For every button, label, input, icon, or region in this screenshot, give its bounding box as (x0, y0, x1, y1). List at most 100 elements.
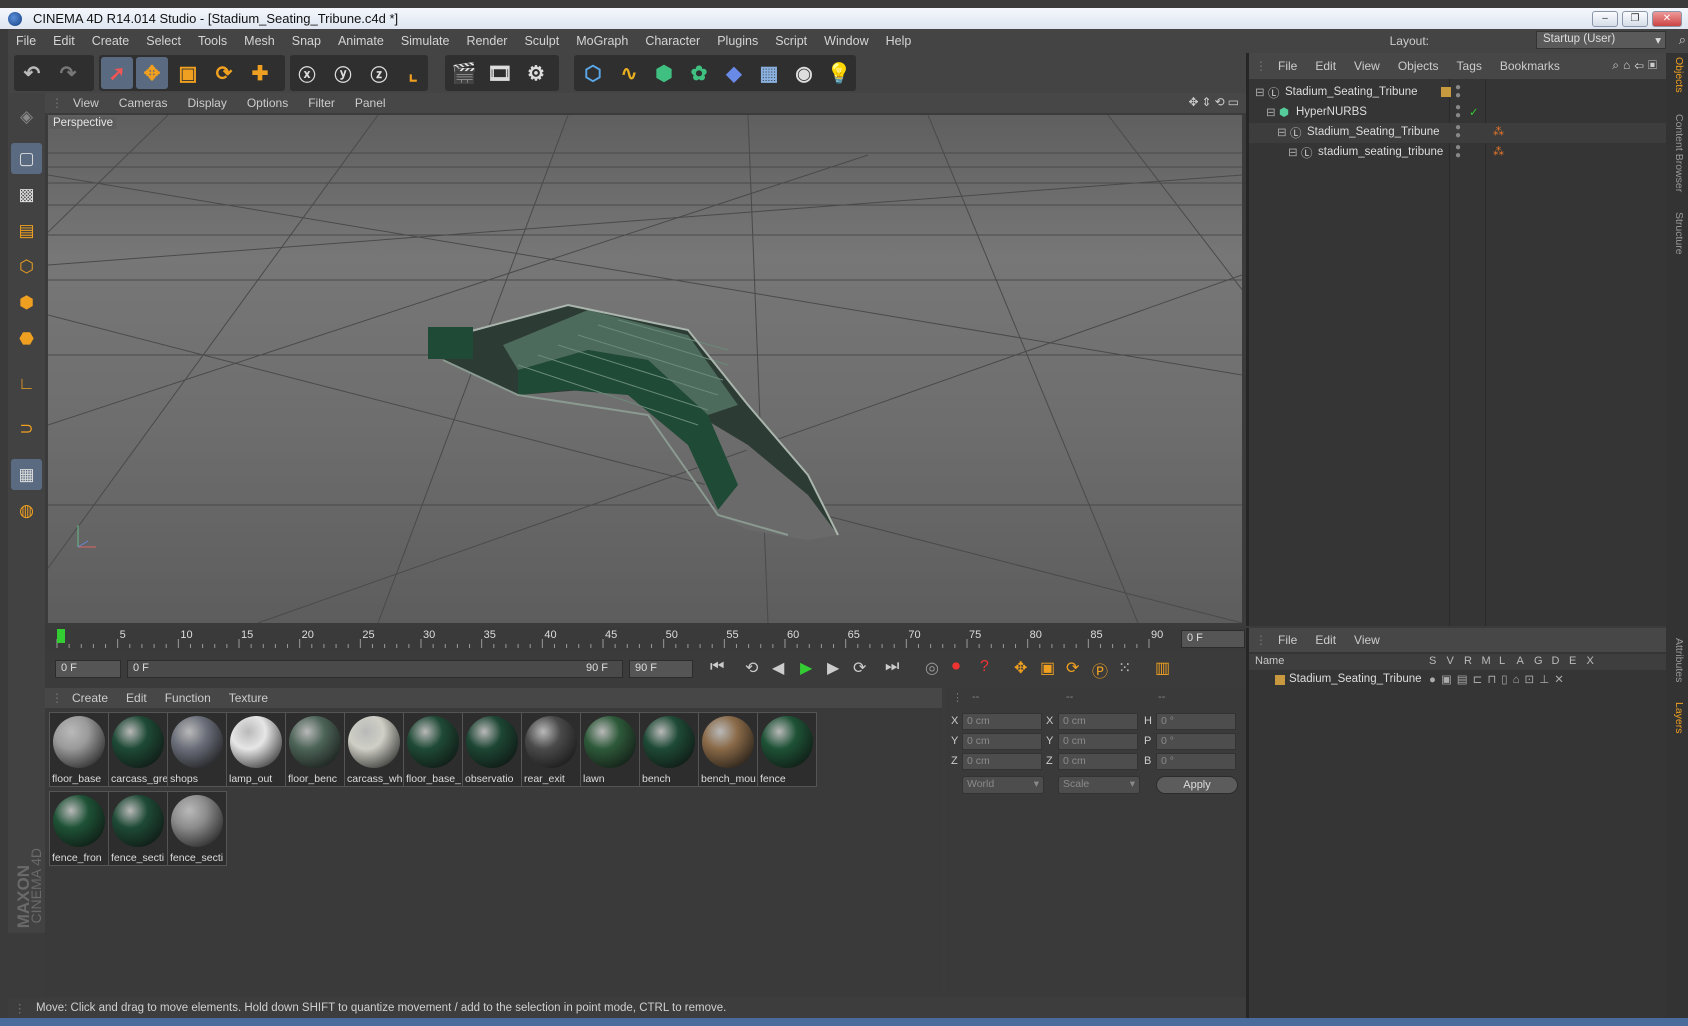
material-swatch[interactable]: carcass_gre (108, 712, 168, 787)
material-swatch[interactable]: shops (167, 712, 227, 787)
key-scale-icon[interactable]: ▣ (1040, 658, 1055, 678)
side-tab-structure[interactable]: Structure (1669, 208, 1685, 258)
next-frame-icon[interactable]: ▶ (827, 658, 839, 678)
material-swatch[interactable]: floor_base (49, 712, 109, 787)
autokeying-icon[interactable]: ⏺ (952, 658, 960, 676)
camera-icon[interactable]: ◉ (788, 57, 820, 89)
material-menu-texture[interactable]: Texture (220, 691, 277, 705)
menu-help[interactable]: Help (878, 34, 921, 48)
rotate-tool-icon[interactable]: ⟳ (208, 57, 240, 89)
scale-tool-icon[interactable]: ▣ (172, 57, 204, 89)
apply-button[interactable]: Apply (1156, 776, 1238, 794)
layer-flag-header[interactable]: X (1587, 655, 1594, 667)
menu-character[interactable]: Character (637, 34, 709, 48)
layer-color-swatch[interactable] (1275, 675, 1285, 685)
pos-y-field[interactable]: 0 cm (962, 733, 1042, 750)
side-tab-objects[interactable]: Objects (1669, 55, 1685, 95)
viewport-nav-icons[interactable]: ✥⇕⟲▭ (1188, 95, 1242, 109)
x-axis-lock-icon[interactable]: ⓧ (291, 57, 323, 89)
viewport-menu-view[interactable]: View (63, 96, 109, 110)
start-frame-field[interactable]: 0 F (55, 660, 121, 678)
side-tab-layers[interactable]: Layers (1669, 698, 1685, 738)
menu-select[interactable]: Select (138, 34, 190, 48)
material-swatch[interactable]: rear_exit (521, 712, 581, 787)
material-swatch[interactable]: fence_secti (167, 791, 227, 866)
menu-create[interactable]: Create (84, 34, 139, 48)
size-z-field[interactable]: 0 cm (1058, 753, 1138, 770)
layer-flag-header[interactable]: D (1552, 655, 1560, 667)
cube-primitive-icon[interactable]: ⬡ (577, 57, 609, 89)
texture-tag-icon[interactable]: ⁂ (1493, 145, 1504, 158)
viewport-menu-options[interactable]: Options (237, 96, 298, 110)
layer-flag-header[interactable]: S (1429, 655, 1436, 667)
key-rotation-icon[interactable]: ⟳ (1066, 658, 1079, 678)
restore-button[interactable]: ❐ (1622, 11, 1648, 27)
search-icon[interactable]: ⌕ (1679, 32, 1686, 48)
recent-tool-icon[interactable]: ✚ (244, 57, 276, 89)
texture-mode-icon[interactable]: ▩ (11, 179, 42, 210)
material-swatch[interactable]: fence (757, 712, 817, 787)
layer-flag-icons[interactable]: ●▣▤⊏⊓▯⌂⊡⊥✕ (1429, 672, 1569, 686)
make-editable-icon[interactable]: ◈ (11, 101, 42, 132)
object-menu-file[interactable]: File (1269, 59, 1306, 73)
minimize-button[interactable]: – (1592, 11, 1618, 27)
polygons-mode-icon[interactable]: ⬣ (11, 323, 42, 354)
redo-icon[interactable]: ↷ (52, 57, 84, 89)
material-swatch[interactable]: lawn (580, 712, 640, 787)
object-menu-tags[interactable]: Tags (1448, 59, 1491, 73)
close-button[interactable]: ✕ (1652, 11, 1682, 27)
timeline-end-field[interactable]: 0 F (1181, 630, 1245, 648)
object-menu-edit[interactable]: Edit (1306, 59, 1345, 73)
material-swatch[interactable]: bench_mou (698, 712, 758, 787)
pos-z-field[interactable]: 0 cm (962, 753, 1042, 770)
layer-flag-header[interactable]: E (1569, 655, 1576, 667)
snap-magnet-icon[interactable]: ⊃ (11, 413, 42, 444)
render-view-icon[interactable]: 🎬 (448, 57, 480, 89)
pos-x-field[interactable]: 0 cm (962, 713, 1042, 730)
layer-flag-header[interactable]: G (1534, 655, 1543, 667)
material-menu-edit[interactable]: Edit (117, 691, 156, 705)
side-tab-content-browser[interactable]: Content Browser (1669, 108, 1685, 198)
expand-toggle-icon[interactable]: ⊟ (1266, 105, 1276, 119)
render-settings-icon[interactable]: ⚙ (520, 57, 552, 89)
object-menu-bookmarks[interactable]: Bookmarks (1491, 59, 1569, 73)
coordinate-system-icon[interactable]: ⌞ (397, 57, 429, 89)
side-tab-attributes[interactable]: Attributes (1669, 633, 1685, 688)
layer-flag-header[interactable]: M (1482, 655, 1491, 667)
record-keys-icon[interactable]: ◎ (925, 658, 939, 678)
object-menu-objects[interactable]: Objects (1389, 59, 1448, 73)
next-keyframe-icon[interactable]: ⟳ (853, 658, 866, 678)
layer-row[interactable]: Stadium_Seating_Tribune ●▣▤⊏⊓▯⌂⊡⊥✕ (1249, 671, 1669, 689)
previous-keyframe-icon[interactable]: ⟲ (745, 658, 758, 678)
material-swatch[interactable]: observatio (462, 712, 522, 787)
mograph-cloner-icon[interactable]: ✿ (683, 57, 715, 89)
menu-plugins[interactable]: Plugins (709, 34, 767, 48)
menu-snap[interactable]: Snap (284, 34, 330, 48)
object-row[interactable]: ⊟ Ⓛstadium_seating_tribune ● ● ⁂ (1249, 143, 1669, 163)
layer-menu-edit[interactable]: Edit (1306, 633, 1345, 647)
end-frame-field[interactable]: 90 F (629, 660, 693, 678)
menu-render[interactable]: Render (458, 34, 516, 48)
3d-viewport[interactable]: Perspective (48, 115, 1242, 623)
move-tool-icon[interactable]: ✥ (136, 57, 168, 89)
undo-icon[interactable]: ↶ (16, 57, 48, 89)
coordinate-mode-select[interactable]: World ▾ (962, 776, 1044, 794)
material-swatch[interactable]: floor_base_ (403, 712, 463, 787)
key-parameter-icon[interactable]: Ⓟ (1092, 658, 1108, 682)
range-slider[interactable]: 0 F 90 F (127, 660, 623, 678)
object-row[interactable]: ⊟ Ⓛ Stadium_Seating_Tribune ● ● ⁂ (1249, 123, 1669, 143)
key-position-icon[interactable]: ✥ (1014, 658, 1027, 678)
expand-toggle-icon[interactable]: ⊟ (1288, 145, 1298, 159)
planar-workplane-icon[interactable]: ◍ (11, 495, 42, 526)
light-icon[interactable]: 💡 (823, 57, 855, 89)
deformer-icon[interactable]: ◆ (718, 57, 750, 89)
material-swatch[interactable]: fence_fron (49, 791, 109, 866)
size-x-field[interactable]: 0 cm (1058, 713, 1138, 730)
enabled-check-icon[interactable]: ✓ (1469, 105, 1479, 119)
material-swatch[interactable]: carcass_wh (344, 712, 404, 787)
spline-icon[interactable]: ∿ (613, 57, 645, 89)
viewport-menu-cameras[interactable]: Cameras (109, 96, 178, 110)
viewport-menu-filter[interactable]: Filter (298, 96, 345, 110)
menu-sculpt[interactable]: Sculpt (516, 34, 568, 48)
floor-scene-icon[interactable]: ▦ (753, 57, 785, 89)
